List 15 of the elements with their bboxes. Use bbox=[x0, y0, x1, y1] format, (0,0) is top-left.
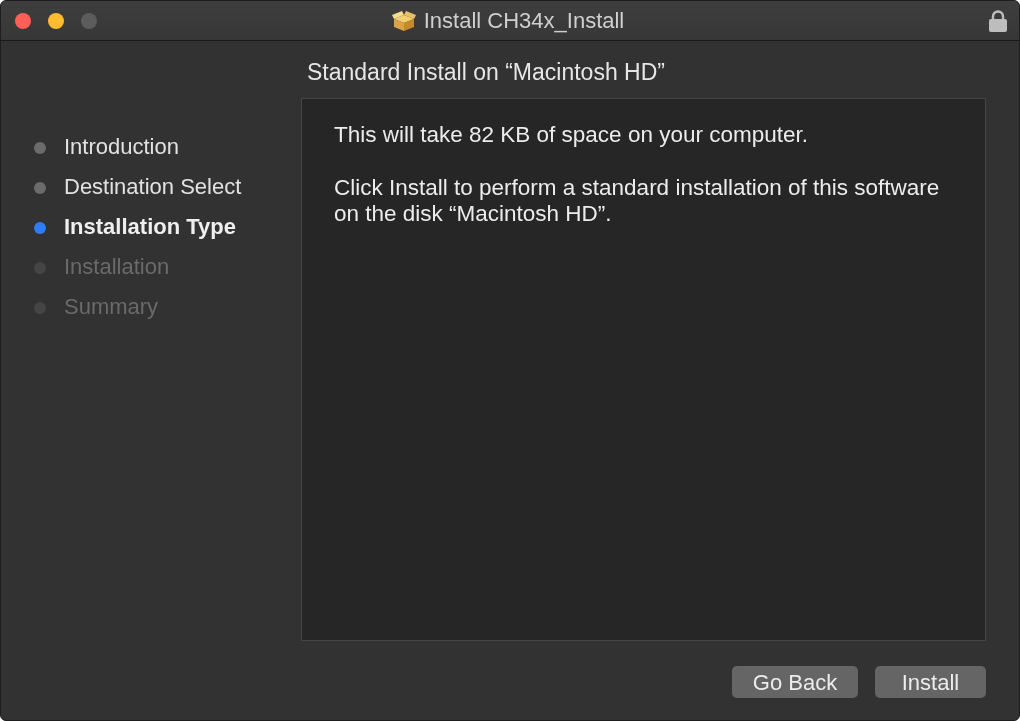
minimize-icon[interactable] bbox=[48, 12, 64, 29]
lock-icon[interactable] bbox=[989, 9, 1007, 32]
step-label: Summary bbox=[64, 292, 159, 321]
dialog-button[interactable]: Install bbox=[875, 666, 986, 698]
step-label: Installation Type bbox=[64, 212, 236, 241]
close-icon[interactable] bbox=[15, 12, 31, 29]
package-icon bbox=[391, 10, 416, 31]
info-paragraph: This will take 82 KB of space on your computer. bbox=[334, 122, 809, 148]
step-label: Destination Select bbox=[64, 172, 242, 201]
install-heading: Standard Install on “Macintosh HD” bbox=[307, 57, 665, 87]
step-label: Introduction bbox=[64, 132, 179, 161]
info-paragraph: Click Install to perform a standard installation of this software on the disk “Macintosh HD”. bbox=[334, 175, 941, 227]
dialog-button[interactable]: Go Back bbox=[732, 666, 858, 698]
step-label: Installation bbox=[64, 252, 170, 281]
window-title: Install CH34x_Install bbox=[423, 7, 625, 35]
